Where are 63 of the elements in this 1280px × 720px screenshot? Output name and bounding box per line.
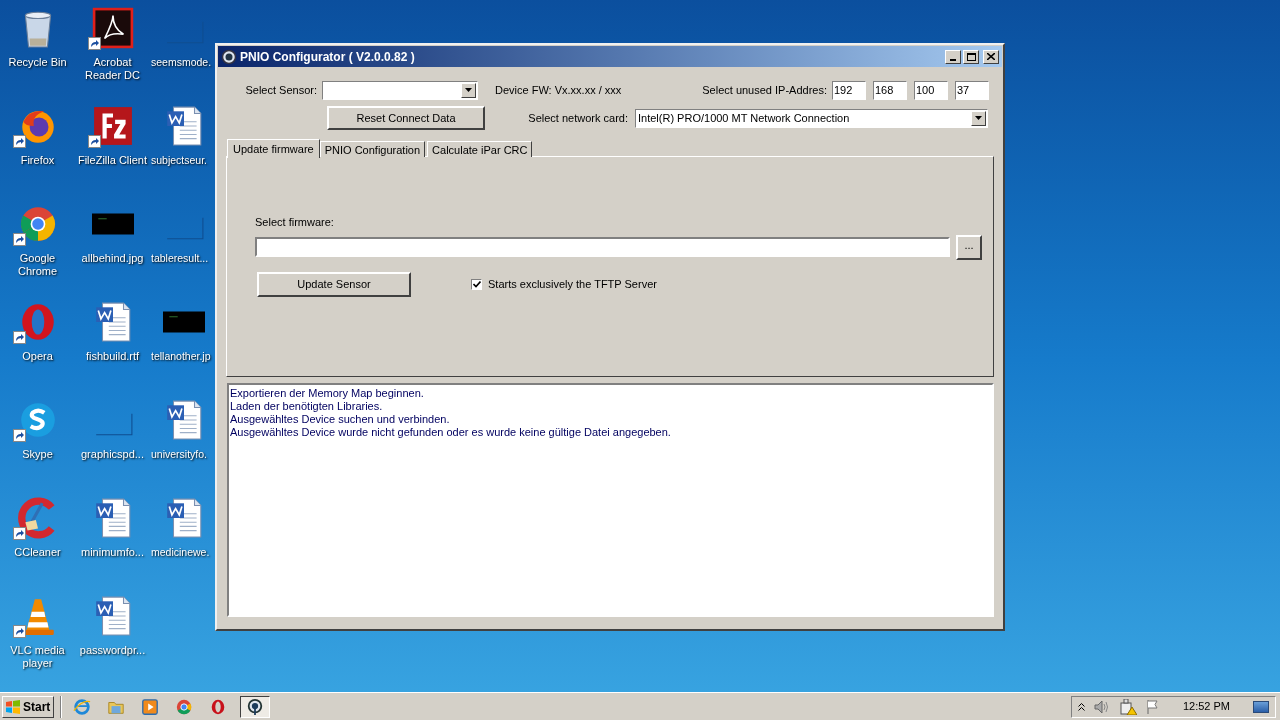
close-button[interactable] — [983, 49, 999, 64]
firmware-path-field[interactable] — [255, 237, 950, 257]
browser-icon — [175, 697, 193, 716]
ip-octet-field[interactable]: 37 — [955, 80, 989, 100]
log-line: Exportieren der Memory Map beginnen. — [230, 387, 425, 400]
ring-icon — [209, 697, 227, 716]
icon-label[interactable]: Opera — [1, 350, 74, 363]
field-label: Select network card: — [527, 110, 629, 126]
icon-label[interactable]: allbehind.jpg — [76, 252, 149, 265]
icon-label[interactable]: tellanother.jp — [150, 350, 211, 363]
log-line: Ausgewähltes Device suchen und verbinden. — [230, 413, 451, 426]
log-line: Ausgewähltes Device wurde nicht gefunden oder es wurde keine gültige Datei angegeben. — [230, 426, 672, 439]
maximize-icon — [966, 52, 976, 61]
tab[interactable]: Calculate iPar CRC — [427, 141, 533, 157]
network-warning-icon[interactable] — [1118, 698, 1137, 715]
close-icon — [987, 53, 995, 60]
chevron-up-icon[interactable] — [1077, 702, 1085, 711]
media-player-icon — [141, 697, 159, 716]
icon-label[interactable]: graphicspd... — [76, 448, 149, 461]
icon-label[interactable]: Recycle Bin — [1, 56, 74, 69]
tab[interactable]: Update firmware — [227, 139, 320, 158]
icon-label[interactable]: Firefox — [1, 154, 74, 167]
update-sensor-button[interactable]: Update Sensor — [257, 271, 411, 297]
window-title: PNIO Configurator ( V2.0.0.82 ) — [240, 48, 416, 66]
icon-label[interactable]: FileZilla Client — [76, 154, 149, 167]
icon-label[interactable]: Acrobat Reader DC — [76, 56, 149, 82]
sensor-dropdown[interactable] — [322, 80, 478, 100]
speaker-icon[interactable] — [1093, 699, 1110, 714]
checkbox-label[interactable]: Starts exclusively the TFTP Server — [488, 275, 657, 293]
flag-icon[interactable] — [1145, 699, 1160, 714]
icon-label[interactable]: fishbuild.rtf — [76, 350, 149, 363]
show-desktop-button[interactable] — [1253, 700, 1269, 713]
device-fw-text: Device FW: Vx.xx.xx / xxx — [495, 82, 623, 98]
ip-octet-field[interactable]: 100 — [914, 80, 948, 100]
pdf-icon[interactable] — [91, 7, 134, 49]
taskbar-button[interactable] — [240, 695, 270, 718]
app-icon — [246, 697, 264, 716]
minimize-button[interactable] — [945, 49, 961, 64]
tab[interactable]: PNIO Configuration — [319, 141, 426, 157]
icon-label[interactable]: Google Chrome — [1, 252, 74, 278]
browse-button[interactable]: ... — [956, 234, 982, 260]
maximize-button[interactable] — [963, 49, 979, 64]
icon-label[interactable]: subjectseur. — [150, 154, 208, 167]
checkbox[interactable] — [471, 278, 482, 290]
app-icon — [221, 48, 237, 65]
field-label: Select firmware: — [255, 215, 335, 230]
clock[interactable]: 12:52 PM — [1182, 698, 1230, 715]
minimize-icon — [950, 58, 956, 61]
icon-label[interactable]: tableresult... — [150, 252, 209, 265]
field-label: Select Sensor: — [244, 82, 318, 98]
icon-label[interactable]: universityfo. — [150, 448, 208, 461]
ip-octet-field[interactable]: 192 — [832, 80, 866, 100]
start-button[interactable]: Start — [2, 695, 54, 718]
field-label: Select unused IP-Addres: — [701, 82, 828, 98]
windows-logo-icon — [5, 699, 21, 714]
reset-connect-data-button[interactable]: Reset Connect Data — [327, 106, 485, 130]
log-line: Laden der benötigten Libraries. — [230, 400, 384, 413]
network-card-dropdown[interactable]: Intel(R) PRO/1000 MT Network Connection — [635, 108, 988, 128]
icon-label[interactable]: seemsmode. — [150, 56, 212, 69]
ip-octet-field[interactable]: 168 — [873, 80, 907, 100]
ftp-app-icon[interactable] — [91, 105, 134, 147]
browser-icon — [73, 697, 91, 716]
icon-label[interactable]: Skype — [1, 448, 74, 461]
